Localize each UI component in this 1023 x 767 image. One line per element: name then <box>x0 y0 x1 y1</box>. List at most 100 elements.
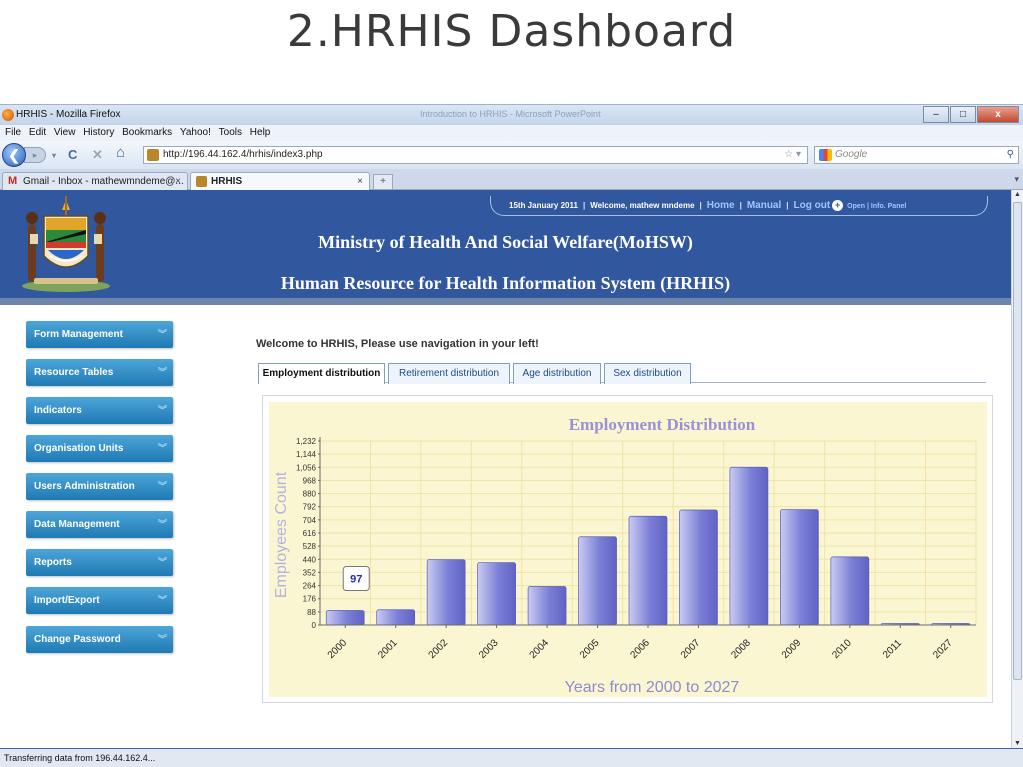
tab-hrhis[interactable]: HRHIS × <box>190 172 370 190</box>
search-bar[interactable]: Google ⚲ <box>814 146 1019 164</box>
user-info-bar: 15th January 2011 | Welcome, mathew mndeme… <box>490 196 988 216</box>
navigation-toolbar: ▸ ❮ ▾ C ✕ ⌂ http://196.44.162.4/hrhis/in… <box>0 141 1023 169</box>
bar-2007[interactable] <box>679 509 718 626</box>
menu-history[interactable]: History <box>83 125 114 141</box>
back-button[interactable]: ❮ <box>2 143 26 167</box>
sidebar-item-label: Change Password <box>34 634 121 645</box>
chart-tooltip: 97 <box>342 566 370 592</box>
bar-2001[interactable] <box>376 609 416 626</box>
x-tick-label: 2001 <box>376 637 400 661</box>
sidebar-item-organisation-units[interactable]: Organisation Units ︾ <box>26 435 173 462</box>
tab-gmail[interactable]: M Gmail - Inbox - mathewmndeme@... × <box>2 172 188 190</box>
bookmark-star-icon[interactable]: ☆ ▾ <box>784 147 801 163</box>
bar-2005[interactable] <box>578 536 617 626</box>
y-tick-label: 968 <box>303 476 317 485</box>
x-tick-label: 2008 <box>729 637 753 661</box>
tab-sex-distribution[interactable]: Sex distribution <box>604 363 691 384</box>
x-axis-label: Years from 2000 to 2027 <box>565 679 740 696</box>
y-tick-label: 1,056 <box>296 463 317 472</box>
menu-view[interactable]: View <box>54 125 76 141</box>
close-tab-icon[interactable]: × <box>357 173 363 190</box>
sidebar-item-users-administration[interactable]: Users Administration ︾ <box>26 473 173 500</box>
list-tabs-icon[interactable]: ▾ <box>1014 174 1019 185</box>
chevron-down-icon: ︾ <box>157 557 167 567</box>
welcome-message: Welcome to HRHIS, Please use navigation … <box>256 338 539 350</box>
y-axis-label: Employees Count <box>273 471 290 598</box>
sidebar-item-change-password[interactable]: Change Password ︾ <box>26 626 173 653</box>
reload-icon[interactable]: C <box>68 147 77 162</box>
menu-edit[interactable]: Edit <box>29 125 46 141</box>
x-tick-label: 2005 <box>578 637 602 661</box>
menu-bar: File Edit View History Bookmarks Yahoo! … <box>0 125 1023 141</box>
maximize-button[interactable]: □ <box>950 106 976 123</box>
bar-2010[interactable] <box>830 556 870 626</box>
scroll-down-icon[interactable]: ▼ <box>1014 740 1021 747</box>
sidebar-item-label: Import/Export <box>34 595 100 606</box>
sidebar-item-label: Indicators <box>34 405 82 416</box>
bar-2008[interactable] <box>729 466 769 626</box>
tab-label: Gmail - Inbox - mathewmndeme@... <box>23 176 184 187</box>
chevron-down-icon: ︾ <box>157 443 167 453</box>
sidebar-item-label: Resource Tables <box>34 367 114 378</box>
menu-bookmarks[interactable]: Bookmarks <box>122 125 172 141</box>
chevron-down-icon: ︾ <box>157 405 167 415</box>
scrollbar-thumb[interactable] <box>1013 202 1022 680</box>
y-tick-label: 440 <box>303 555 317 564</box>
sidebar-item-data-management[interactable]: Data Management ︾ <box>26 511 173 538</box>
sidebar-item-label: Form Management <box>34 329 123 340</box>
x-tick-label: 2006 <box>628 637 652 661</box>
bar-2003[interactable] <box>477 562 516 626</box>
manual-link[interactable]: Manual <box>747 200 781 211</box>
bar-2004[interactable] <box>527 586 567 626</box>
bar-2002[interactable] <box>426 559 466 626</box>
forward-button[interactable]: ▸ <box>24 147 46 163</box>
info-panel-link[interactable]: Open | Info. Panel <box>847 203 906 210</box>
menu-file[interactable]: File <box>5 125 21 141</box>
system-title: Human Resource for Health Information Sy… <box>280 273 731 293</box>
menu-tools[interactable]: Tools <box>219 125 242 141</box>
minimize-button[interactable]: – <box>923 106 949 123</box>
employment-chart: 0 88 176 264 352 440 528 616 704 792 880 968 1,056 1,… <box>273 415 977 696</box>
close-tab-icon[interactable]: × <box>175 173 181 190</box>
menu-help[interactable]: Help <box>250 125 271 141</box>
status-bar: Transferring data from 196.44.162.4... <box>0 748 1023 767</box>
stop-icon[interactable]: ✕ <box>92 147 103 163</box>
x-tick-label: 2009 <box>780 637 804 661</box>
scroll-up-icon[interactable]: ▲ <box>1014 191 1021 198</box>
sidebar-item-form-management[interactable]: Form Management ︾ <box>26 321 173 348</box>
sidebar-item-resource-tables[interactable]: Resource Tables ︾ <box>26 359 173 386</box>
history-dropdown-icon[interactable]: ▾ <box>52 151 56 160</box>
y-tick-label: 0 <box>312 621 317 630</box>
logout-link[interactable]: Log out <box>794 200 831 211</box>
tab-bar: M Gmail - Inbox - mathewmndeme@... × HRH… <box>0 169 1023 190</box>
sidebar-item-import-export[interactable]: Import/Export ︾ <box>26 587 173 614</box>
chevron-down-icon: ︾ <box>157 481 167 491</box>
x-tick-label: 2027 <box>931 637 955 661</box>
tab-employment-distribution[interactable]: Employment distribution <box>258 363 385 384</box>
bar-2000[interactable] <box>325 610 365 626</box>
tab-age-distribution[interactable]: Age distribution <box>513 363 601 384</box>
sidebar-item-label: Organisation Units <box>34 443 124 454</box>
window-controls: – □ x <box>922 106 1019 123</box>
x-tick-label: 2000 <box>326 637 350 661</box>
title-bar: HRHIS - Mozilla Firefox Introduction to … <box>0 105 1023 125</box>
url-bar[interactable]: http://196.44.162.4/hrhis/index3.php ☆ ▾ <box>143 146 808 164</box>
bar-2009[interactable] <box>780 509 819 626</box>
sidebar-item-indicators[interactable]: Indicators ︾ <box>26 397 173 424</box>
y-tick-label: 88 <box>307 608 316 617</box>
bar-2006[interactable] <box>628 515 668 626</box>
new-tab-button[interactable]: + <box>373 174 393 190</box>
sidebar-item-reports[interactable]: Reports ︾ <box>26 549 173 576</box>
home-icon[interactable]: ⌂ <box>116 144 125 161</box>
menu-yahoo[interactable]: Yahoo! <box>180 125 211 141</box>
firefox-icon <box>2 109 14 121</box>
search-icon[interactable]: ⚲ <box>1007 147 1014 163</box>
welcome-user: Welcome, mathew mndeme <box>590 201 695 210</box>
google-engine-icon[interactable] <box>819 149 832 161</box>
vertical-scrollbar[interactable]: ▲ ▼ <box>1011 190 1023 748</box>
close-window-button[interactable]: x <box>977 106 1019 123</box>
open-panel-icon[interactable]: + <box>832 200 844 212</box>
home-link[interactable]: Home <box>707 200 735 211</box>
y-tick-label: 264 <box>303 582 317 591</box>
tab-retirement-distribution[interactable]: Retirement distribution <box>388 363 510 384</box>
